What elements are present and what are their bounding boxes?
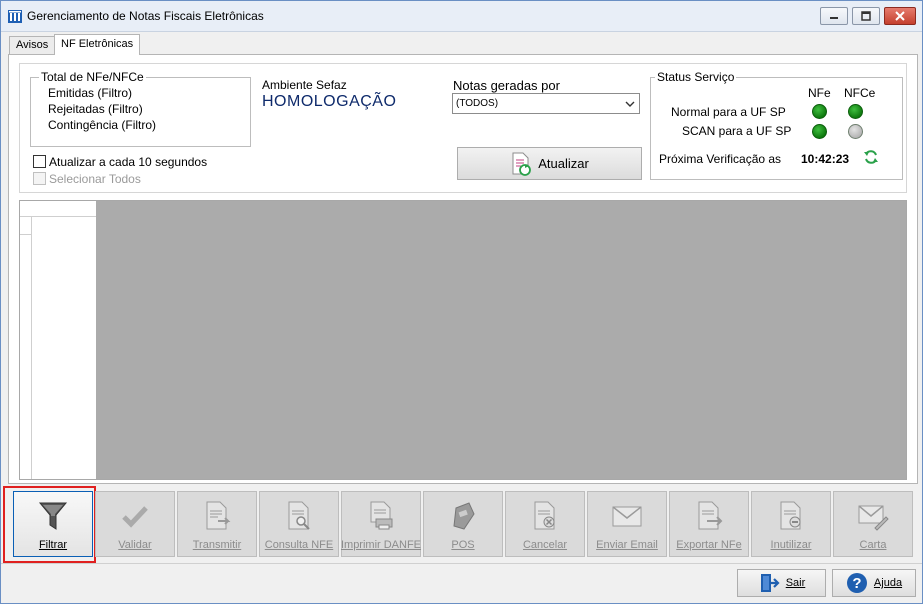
validar-button[interactable]: Validar: [95, 491, 175, 557]
close-button[interactable]: [884, 7, 916, 25]
ambiente-label: Ambiente Sefaz: [262, 78, 347, 92]
notas-label: Notas geradas por: [453, 78, 560, 93]
inutilizar-label: Inutilizar: [770, 539, 812, 551]
status-scan-nfe-indicator: [812, 124, 827, 139]
carta-label: Carta: [859, 539, 887, 551]
chevron-down-icon: [625, 101, 635, 107]
grid-row-header: [20, 217, 32, 479]
main-window: Gerenciamento de Notas Fiscais Eletrônic…: [0, 0, 923, 604]
tab-avisos[interactable]: Avisos: [9, 36, 56, 55]
pos-button[interactable]: POS: [423, 491, 503, 557]
ambiente-value: HOMOLOGAÇÃO: [262, 93, 397, 110]
transmitir-button[interactable]: Transmitir: [177, 491, 257, 557]
exportar-nfe-label: Exportar NFe: [676, 539, 742, 551]
totals-groupbox: Total de NFe/NFCe Emitidas (Filtro) Reje…: [30, 70, 251, 147]
validar-label: Validar: [118, 539, 152, 551]
ajuda-button[interactable]: ? Ajuda: [832, 569, 916, 597]
export-document-icon: [698, 501, 723, 530]
window-title: Gerenciamento de Notas Fiscais Eletrônic…: [27, 9, 264, 23]
minimize-icon: [830, 17, 838, 19]
status-col-nfe: NFe: [808, 86, 831, 100]
exit-door-icon: [760, 574, 780, 592]
atualizar-label: Atualizar: [538, 156, 589, 171]
ajuda-label: Ajuda: [873, 577, 903, 589]
status-groupbox: Status Serviço NFe NFCe Normal para a UF…: [650, 70, 903, 180]
filtrar-label: Filtrar: [38, 539, 68, 551]
status-scan-nfce-indicator: [848, 124, 863, 139]
maximize-icon: [861, 11, 871, 21]
search-document-icon: [288, 501, 310, 530]
cancel-document-icon: [534, 501, 555, 530]
totals-rejeitadas: Rejeitadas (Filtro): [48, 102, 143, 116]
next-check-label: Próxima Verificação as: [659, 152, 782, 166]
refresh-icon[interactable]: [863, 149, 879, 165]
totals-emitidas: Emitidas (Filtro): [48, 86, 133, 100]
status-col-nfce: NFCe: [844, 86, 876, 100]
notas-selected-value: (TODOS): [456, 98, 499, 109]
maximize-button[interactable]: [852, 7, 880, 25]
next-check-time: 10:42:23: [801, 152, 850, 166]
status-normal-nfce-indicator: [848, 104, 863, 119]
totals-legend: Total de NFe/NFCe: [39, 70, 146, 84]
status-normal-nfe-indicator: [812, 104, 827, 119]
grid-header: [20, 201, 96, 217]
status-row-scan-label: SCAN para a UF SP: [682, 124, 792, 138]
action-toolbar: Filtrar Validar Transmitir Consulta NFE …: [9, 490, 915, 558]
imprimir-danfe-label: Imprimir DANFE: [340, 539, 422, 551]
svg-text:?: ?: [852, 575, 861, 592]
app-logo-icon: [8, 10, 22, 23]
check-icon: [122, 506, 148, 528]
summary-panel: Total de NFe/NFCe Emitidas (Filtro) Reje…: [19, 63, 907, 193]
exportar-nfe-button[interactable]: Exportar NFe: [669, 491, 749, 557]
pos-terminal-icon: [453, 502, 475, 530]
refresh-document-icon: [512, 152, 532, 176]
close-icon: [895, 11, 905, 21]
footer-bar: Sair ? Ajuda: [1, 563, 922, 603]
help-icon: ?: [846, 573, 867, 593]
transmit-document-icon: [206, 501, 231, 530]
status-legend: Status Serviço: [655, 70, 737, 84]
tab-nf-eletronicas[interactable]: NF Eletrônicas: [54, 34, 141, 55]
select-all-checkbox[interactable]: [33, 172, 46, 185]
cancelar-button[interactable]: Cancelar: [505, 491, 585, 557]
consulta-nfe-label: Consulta NFE: [264, 539, 334, 551]
imprimir-danfe-button[interactable]: Imprimir DANFE: [341, 491, 421, 557]
consulta-nfe-button[interactable]: Consulta NFE: [259, 491, 339, 557]
auto-refresh-checkbox[interactable]: [33, 155, 46, 168]
print-document-icon: [370, 501, 393, 530]
enviar-email-label: Enviar Email: [596, 539, 658, 551]
status-row-normal-label: Normal para a UF SP: [671, 105, 786, 119]
void-document-icon: [780, 501, 801, 530]
totals-contingencia: Contingência (Filtro): [48, 118, 157, 132]
notas-select[interactable]: (TODOS): [452, 93, 640, 114]
inutilizar-button[interactable]: Inutilizar: [751, 491, 831, 557]
auto-refresh-label: Atualizar a cada 10 segundos: [49, 155, 208, 169]
atualizar-button[interactable]: Atualizar: [457, 147, 642, 180]
sair-button[interactable]: Sair: [737, 569, 826, 597]
transmitir-label: Transmitir: [192, 539, 242, 551]
carta-button[interactable]: Carta: [833, 491, 913, 557]
sair-label: Sair: [785, 577, 806, 589]
cancelar-label: Cancelar: [522, 539, 568, 551]
email-icon: [612, 506, 642, 527]
enviar-email-button[interactable]: Enviar Email: [587, 491, 667, 557]
filter-icon: [38, 502, 68, 530]
select-all-label: Selecionar Todos: [49, 172, 141, 186]
tab-panel-nf-eletronicas: Total de NFe/NFCe Emitidas (Filtro) Reje…: [8, 54, 918, 484]
title-bar[interactable]: Gerenciamento de Notas Fiscais Eletrônic…: [1, 1, 922, 32]
filtrar-button[interactable]: Filtrar: [13, 491, 93, 557]
notas-grid[interactable]: [19, 200, 907, 480]
minimize-button[interactable]: [820, 7, 848, 25]
letter-icon: [858, 505, 889, 531]
pos-label: POS: [451, 539, 475, 551]
